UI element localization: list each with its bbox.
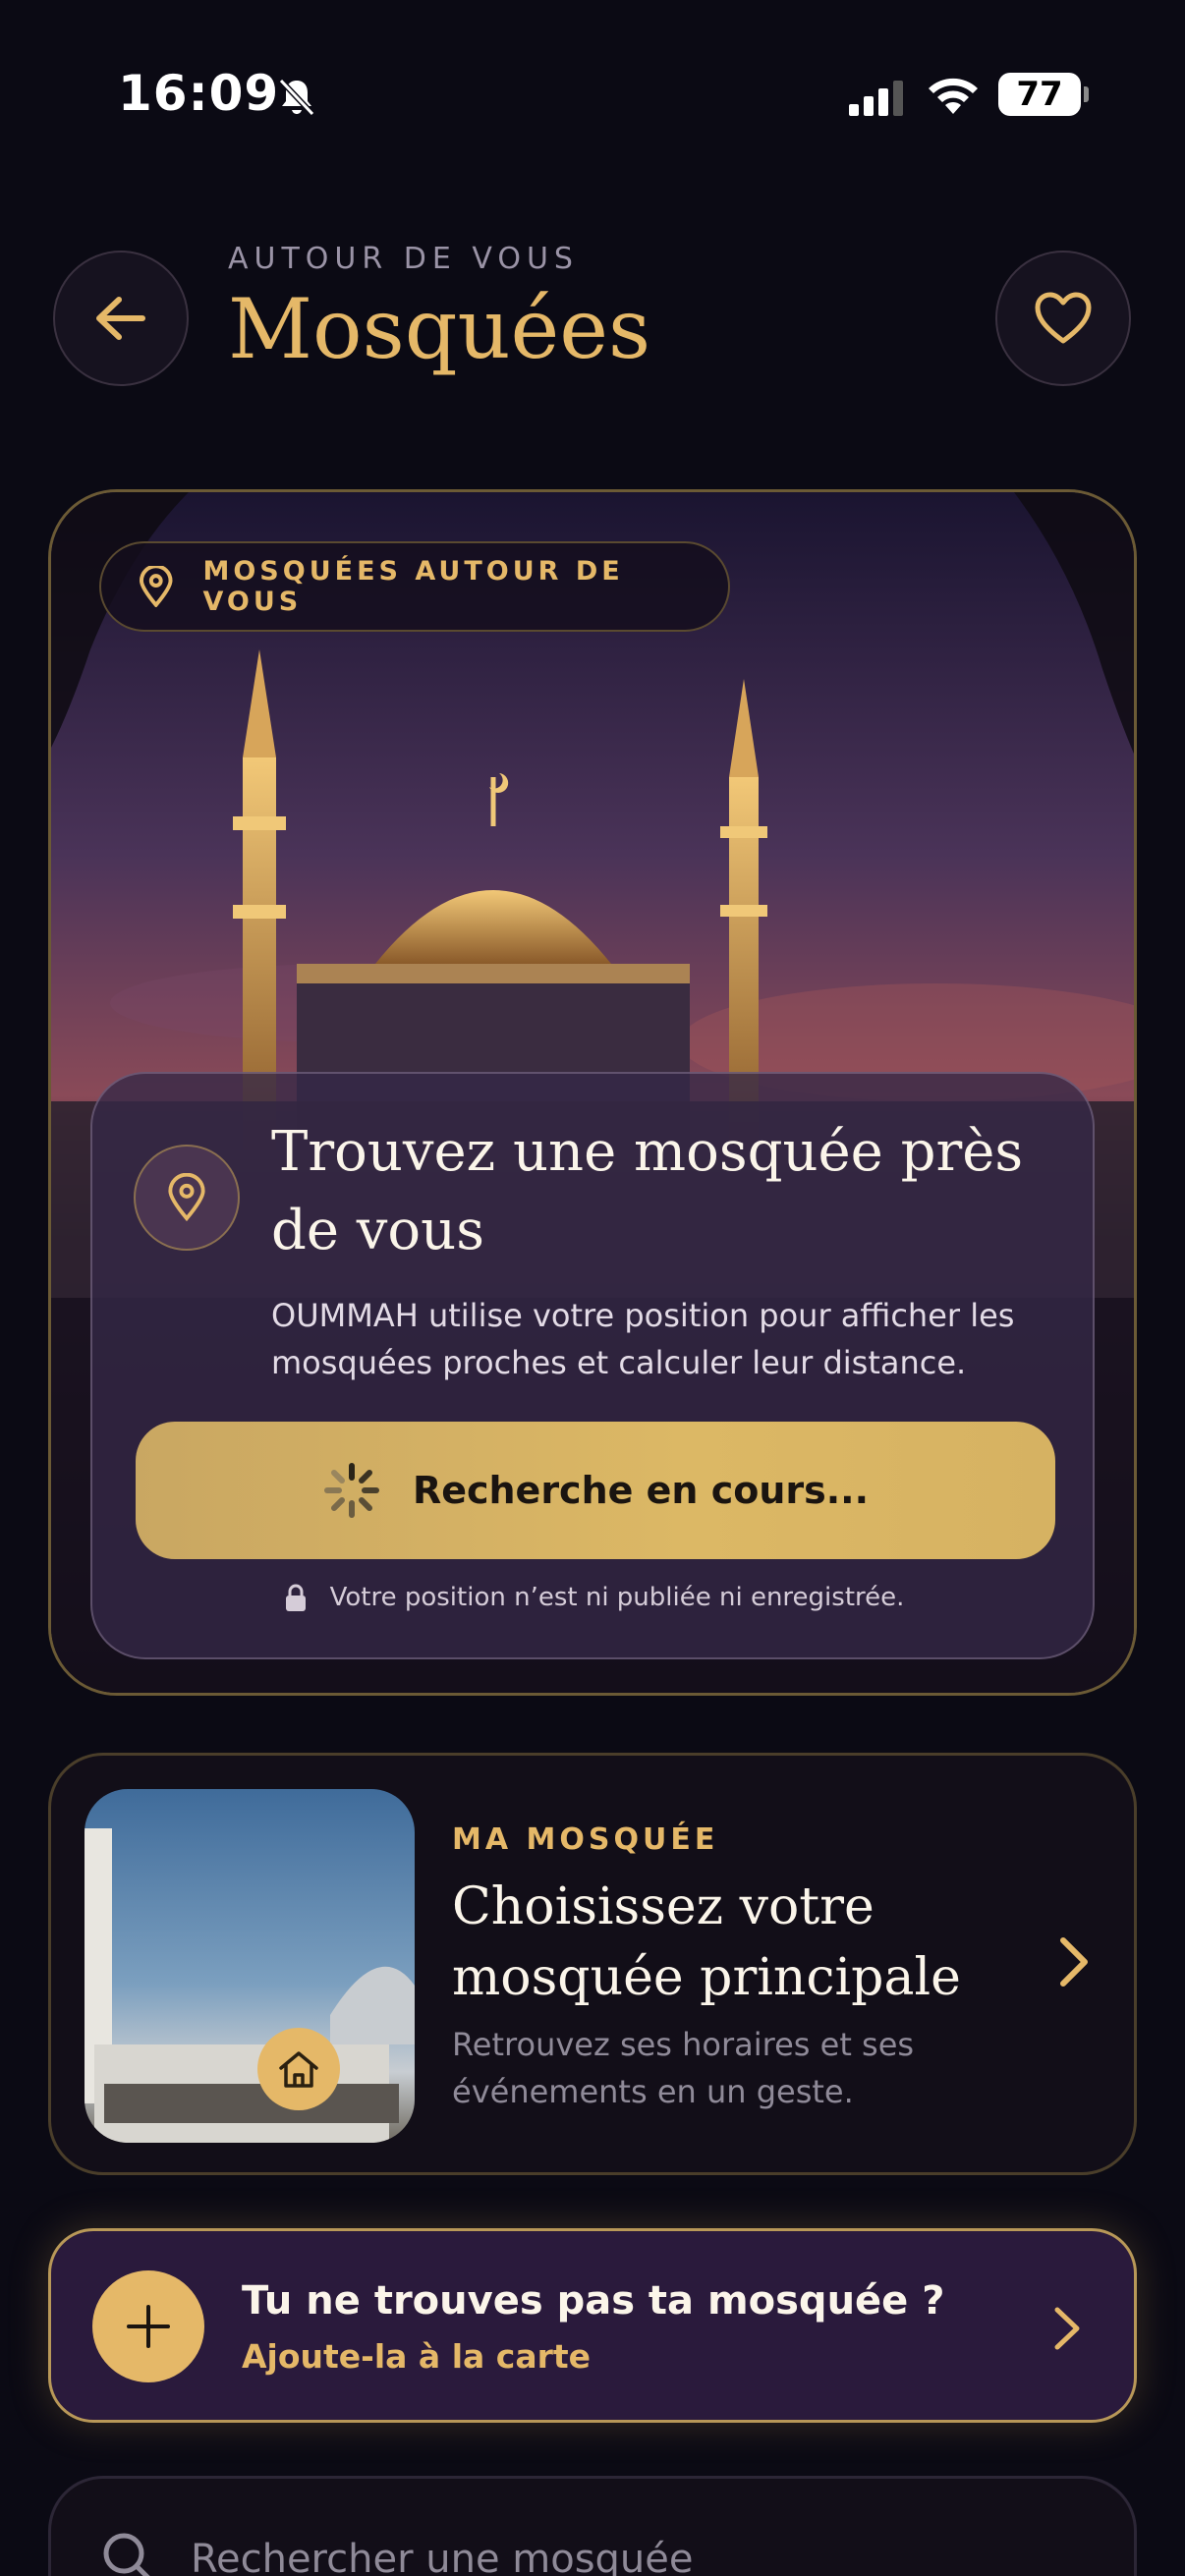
search-input[interactable] <box>191 2530 1075 2576</box>
privacy-note: Votre position n’est ni publiée ni enreg… <box>92 1583 1097 1612</box>
my-mosque-title: Choisissez votre mosquée principale <box>452 1877 961 2007</box>
hero-card: MOSQUÉES AUTOUR DE VOUS Trouvez une mosq… <box>48 489 1137 1696</box>
heart-icon <box>1035 292 1092 344</box>
locate-mosques-button[interactable]: Recherche en cours... <box>136 1422 1055 1559</box>
lock-icon <box>285 1584 306 1611</box>
back-button[interactable] <box>53 251 189 386</box>
find-mosque-panel: Trouvez une mosquée près de vous OUMMAH … <box>90 1072 1095 1659</box>
header-eyebrow: AUTOUR DE VOUS <box>228 242 579 276</box>
mosque-photo <box>85 1789 415 2143</box>
bell-off-icon <box>278 78 315 117</box>
home-icon <box>279 2051 318 2088</box>
location-pill: MOSQUÉES AUTOUR DE VOUS <box>99 541 730 632</box>
find-mosque-title: Trouvez une mosquée près de vous <box>271 1120 1024 1262</box>
find-mosque-description: OUMMAH utilise votre position pour affic… <box>271 1297 1015 1381</box>
map-pin-icon <box>139 566 173 607</box>
map-pin-icon <box>168 1173 205 1222</box>
status-bar: 16:09 77 <box>0 0 1185 187</box>
page-title: Mosquées <box>228 281 651 377</box>
favorites-button[interactable] <box>995 251 1131 386</box>
add-mosque-button[interactable] <box>92 2270 204 2382</box>
privacy-note-text: Votre position n’est ni publiée ni enreg… <box>329 1583 905 1612</box>
location-pill-label: MOSQUÉES AUTOUR DE VOUS <box>202 556 624 617</box>
add-mosque-title: Tu ne trouves pas ta mosquée ? <box>242 2278 945 2324</box>
arrow-left-icon <box>96 297 145 340</box>
add-mosque-banner[interactable]: Tu ne trouves pas ta mosquée ? Ajoute-la… <box>48 2228 1137 2423</box>
search-icon <box>103 2533 150 2576</box>
add-mosque-subtitle: Ajoute-la à la carte <box>242 2337 592 2376</box>
cellular-signal-icon <box>849 81 903 116</box>
my-mosque-card[interactable]: MA MOSQUÉE Choisissez votre mosquée prin… <box>48 1753 1137 2175</box>
plus-icon <box>127 2305 170 2348</box>
locate-mosques-label: Recherche en cours... <box>412 1469 870 1512</box>
location-badge <box>134 1145 240 1251</box>
my-mosque-description: Retrouvez ses horaires et ses événements… <box>452 2026 915 2110</box>
chevron-right-icon <box>1054 2307 1080 2350</box>
chevron-right-icon <box>1060 1937 1088 1987</box>
my-mosque-eyebrow: MA MOSQUÉE <box>452 1822 719 1857</box>
battery-indicator: 77 <box>998 73 1089 116</box>
home-badge <box>257 2028 340 2110</box>
wifi-icon <box>929 78 978 114</box>
loading-spinner-icon <box>323 1463 379 1518</box>
mosque-search-bar[interactable] <box>48 2476 1137 2576</box>
mosques-screen: 16:09 77 AUTOUR DE VOUS Mosquées MOSQUÉE… <box>0 0 1185 2576</box>
status-time: 16:09 <box>118 65 280 122</box>
